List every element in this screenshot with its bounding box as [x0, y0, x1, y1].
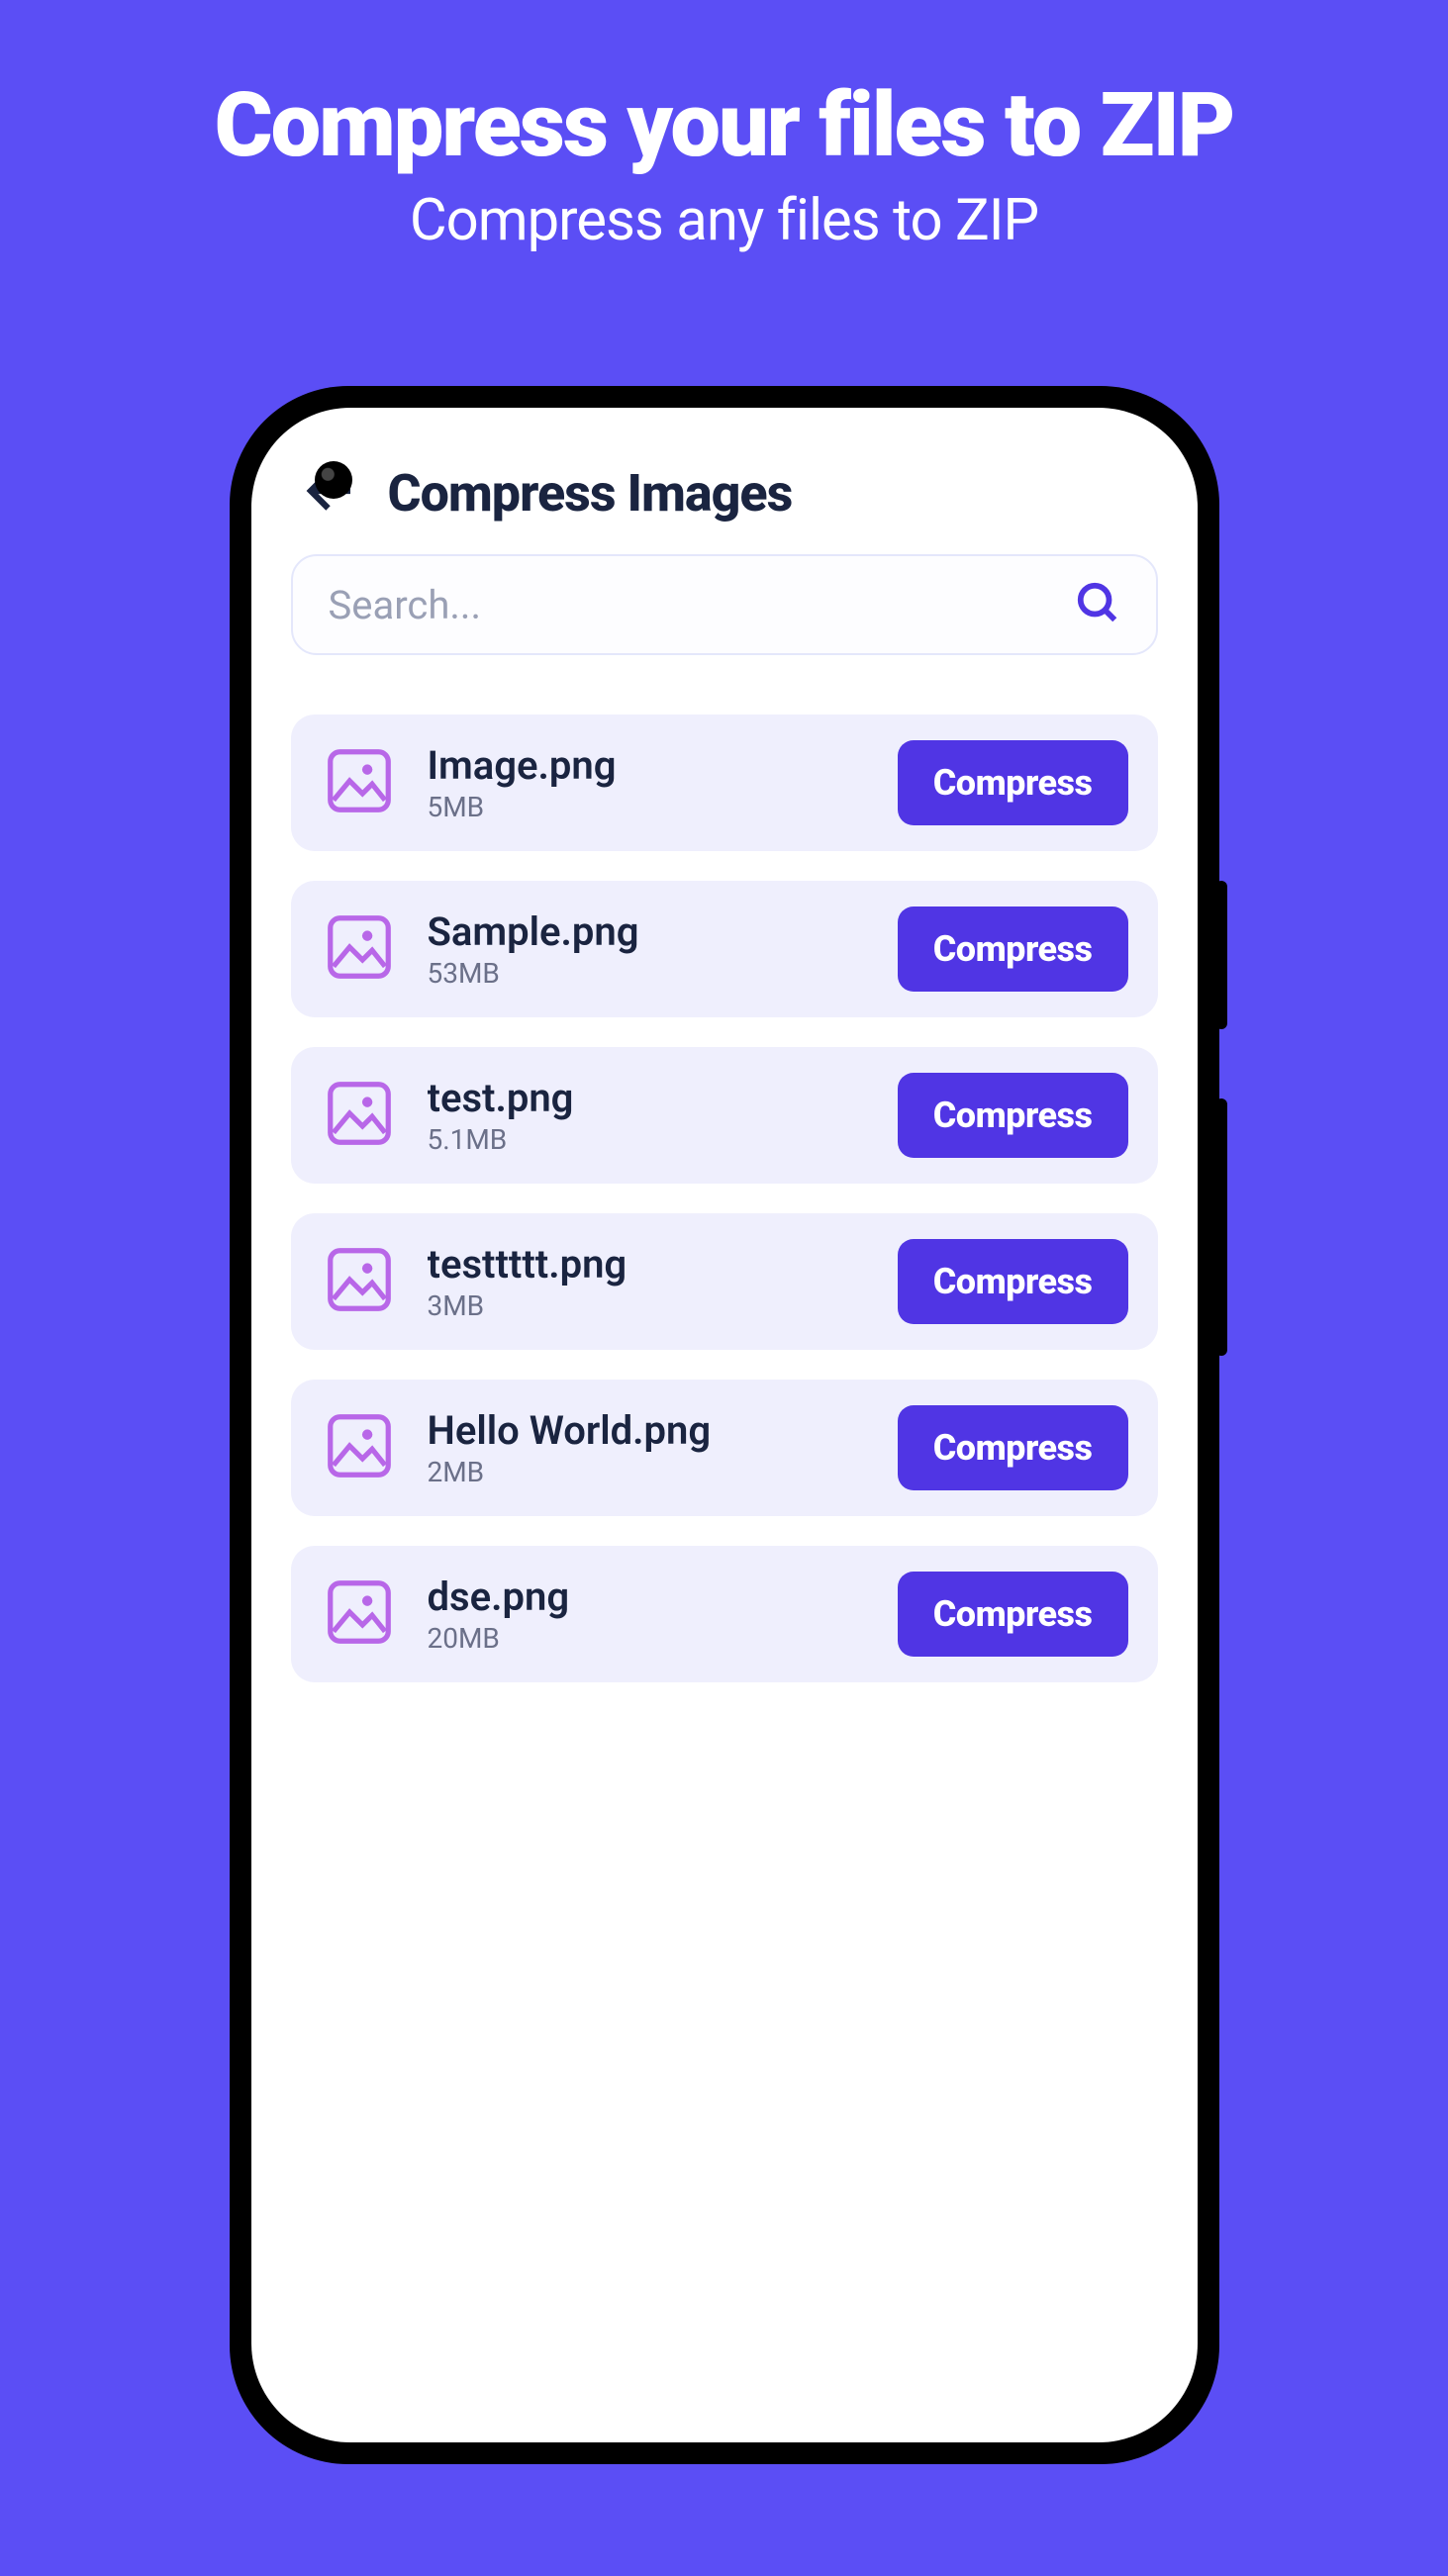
- image-icon: [321, 742, 398, 823]
- compress-button[interactable]: Compress: [898, 1073, 1128, 1158]
- file-info: test.png5.1MB: [428, 1075, 868, 1156]
- file-size: 5.1MB: [428, 1123, 868, 1156]
- file-name: dse.png: [428, 1574, 868, 1620]
- file-row: Image.png5MB Compress: [291, 715, 1158, 851]
- file-size: 5MB: [428, 791, 868, 823]
- file-list: Image.png5MB Compress Sample.png53MB Compre…: [291, 715, 1158, 1682]
- hero-subtitle: Compress any files to ZIP: [0, 187, 1448, 254]
- compress-button[interactable]: Compress: [898, 740, 1128, 825]
- file-name: Hello World.png: [428, 1407, 868, 1454]
- image-icon: [321, 1075, 398, 1156]
- file-size: 3MB: [428, 1289, 868, 1322]
- compress-button[interactable]: Compress: [898, 1405, 1128, 1490]
- file-size: 20MB: [428, 1622, 868, 1655]
- file-row: test.png5.1MB Compress: [291, 1047, 1158, 1184]
- image-icon: [321, 1241, 398, 1322]
- file-info: Image.png5MB: [428, 742, 868, 823]
- file-info: Hello World.png2MB: [428, 1407, 868, 1488]
- phone-frame: Compress Images Image.png5MBCompressSamp…: [230, 386, 1219, 2464]
- image-icon: [321, 1407, 398, 1488]
- compress-button[interactable]: Compress: [898, 1239, 1128, 1324]
- file-info: dse.png20MB: [428, 1574, 868, 1655]
- file-row: Hello World.png2MB Compress: [291, 1380, 1158, 1516]
- image-icon: [321, 1574, 398, 1655]
- phone-camera-icon: [315, 461, 352, 499]
- file-row: testtttt.png3MB Compress: [291, 1213, 1158, 1350]
- search-input[interactable]: [329, 582, 1075, 628]
- search-icon[interactable]: [1075, 580, 1120, 629]
- file-row: dse.png20MB Compress: [291, 1546, 1158, 1682]
- file-info: Sample.png53MB: [428, 908, 868, 990]
- file-name: testtttt.png: [428, 1241, 868, 1288]
- search-box[interactable]: [291, 554, 1158, 655]
- file-row: Sample.png53MB Compress: [291, 881, 1158, 1017]
- compress-button[interactable]: Compress: [898, 906, 1128, 992]
- file-name: Image.png: [428, 742, 868, 789]
- hero-title: Compress your files to ZIP: [0, 79, 1448, 173]
- file-name: test.png: [428, 1075, 868, 1121]
- file-size: 2MB: [428, 1456, 868, 1488]
- file-info: testtttt.png3MB: [428, 1241, 868, 1322]
- hero-banner: Compress your files to ZIP Compress any …: [0, 0, 1448, 254]
- page-title: Compress Images: [388, 463, 793, 524]
- file-size: 53MB: [428, 957, 868, 990]
- image-icon: [321, 908, 398, 990]
- file-name: Sample.png: [428, 908, 868, 955]
- compress-button[interactable]: Compress: [898, 1572, 1128, 1657]
